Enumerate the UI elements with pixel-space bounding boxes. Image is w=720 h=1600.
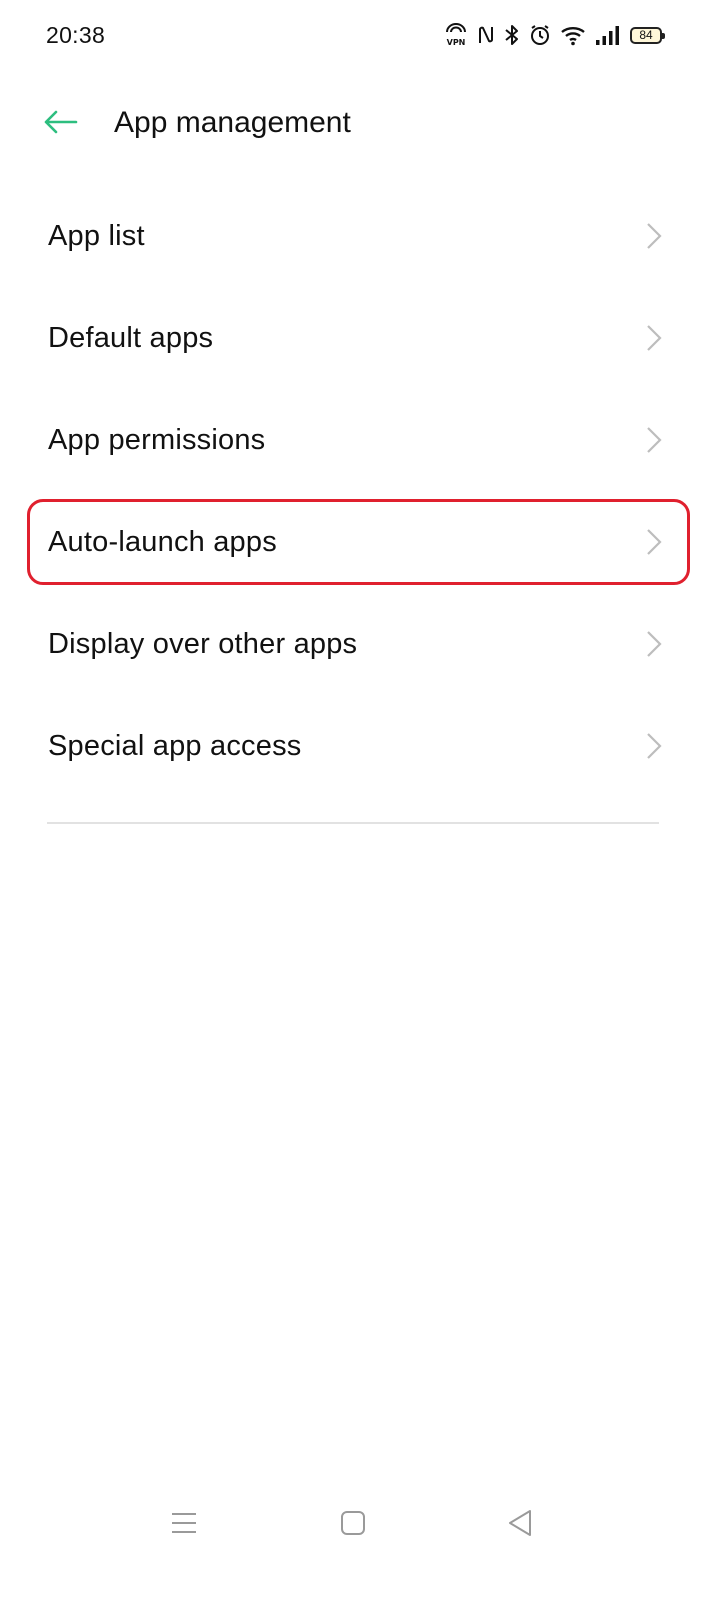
- battery-indicator: 84: [630, 26, 665, 44]
- page-title: App management: [114, 106, 351, 139]
- home-icon: [340, 1510, 366, 1541]
- bluetooth-icon: [504, 24, 520, 46]
- status-bar: 20:38 VPN 84: [0, 0, 720, 70]
- chevron-right-icon: [644, 323, 664, 353]
- menu-item-label: Special app access: [48, 729, 302, 762]
- nav-menu-button[interactable]: [159, 1500, 209, 1550]
- menu-item-auto-launch-apps[interactable]: Auto-launch apps: [0, 491, 720, 593]
- vpn-icon: VPN: [444, 23, 468, 47]
- app-management-screen: 20:38 VPN 84 App management App list Def…: [0, 0, 720, 1600]
- menu-item-label: App list: [48, 219, 145, 252]
- chevron-right-icon: [644, 731, 664, 761]
- back-button[interactable]: [36, 102, 84, 146]
- header: App management: [0, 92, 720, 156]
- menu-item-app-permissions[interactable]: App permissions: [0, 389, 720, 491]
- svg-text:VPN: VPN: [447, 38, 466, 47]
- menu-item-special-app-access[interactable]: Special app access: [0, 695, 720, 797]
- nav-back-button[interactable]: [495, 1500, 545, 1550]
- wifi-icon: [560, 24, 586, 46]
- chevron-right-icon: [644, 425, 664, 455]
- menu-icon: [171, 1511, 197, 1540]
- nfc-icon: [477, 24, 495, 46]
- status-time: 20:38: [46, 22, 106, 48]
- menu-item-default-apps[interactable]: Default apps: [0, 287, 720, 389]
- arrow-left-icon: [42, 110, 78, 139]
- menu-item-label: Display over other apps: [48, 627, 358, 660]
- status-icons: VPN 84: [444, 22, 665, 48]
- chevron-right-icon: [644, 629, 664, 659]
- menu-item-label: Auto-launch apps: [48, 525, 277, 558]
- menu-item-app-list[interactable]: App list: [0, 185, 720, 287]
- menu-item-display-over-other-apps[interactable]: Display over other apps: [0, 593, 720, 695]
- menu-item-label: Default apps: [48, 321, 214, 354]
- chevron-right-icon: [644, 527, 664, 557]
- nav-home-button[interactable]: [328, 1500, 378, 1550]
- back-triangle-icon: [507, 1509, 533, 1542]
- chevron-right-icon: [644, 221, 664, 251]
- menu-item-label: App permissions: [48, 423, 266, 456]
- menu-list: App list Default apps App permissions Au…: [0, 185, 720, 797]
- divider: [47, 822, 659, 824]
- alarm-icon: [529, 24, 551, 46]
- signal-icon: [595, 24, 621, 46]
- system-nav-bar: [0, 1500, 720, 1550]
